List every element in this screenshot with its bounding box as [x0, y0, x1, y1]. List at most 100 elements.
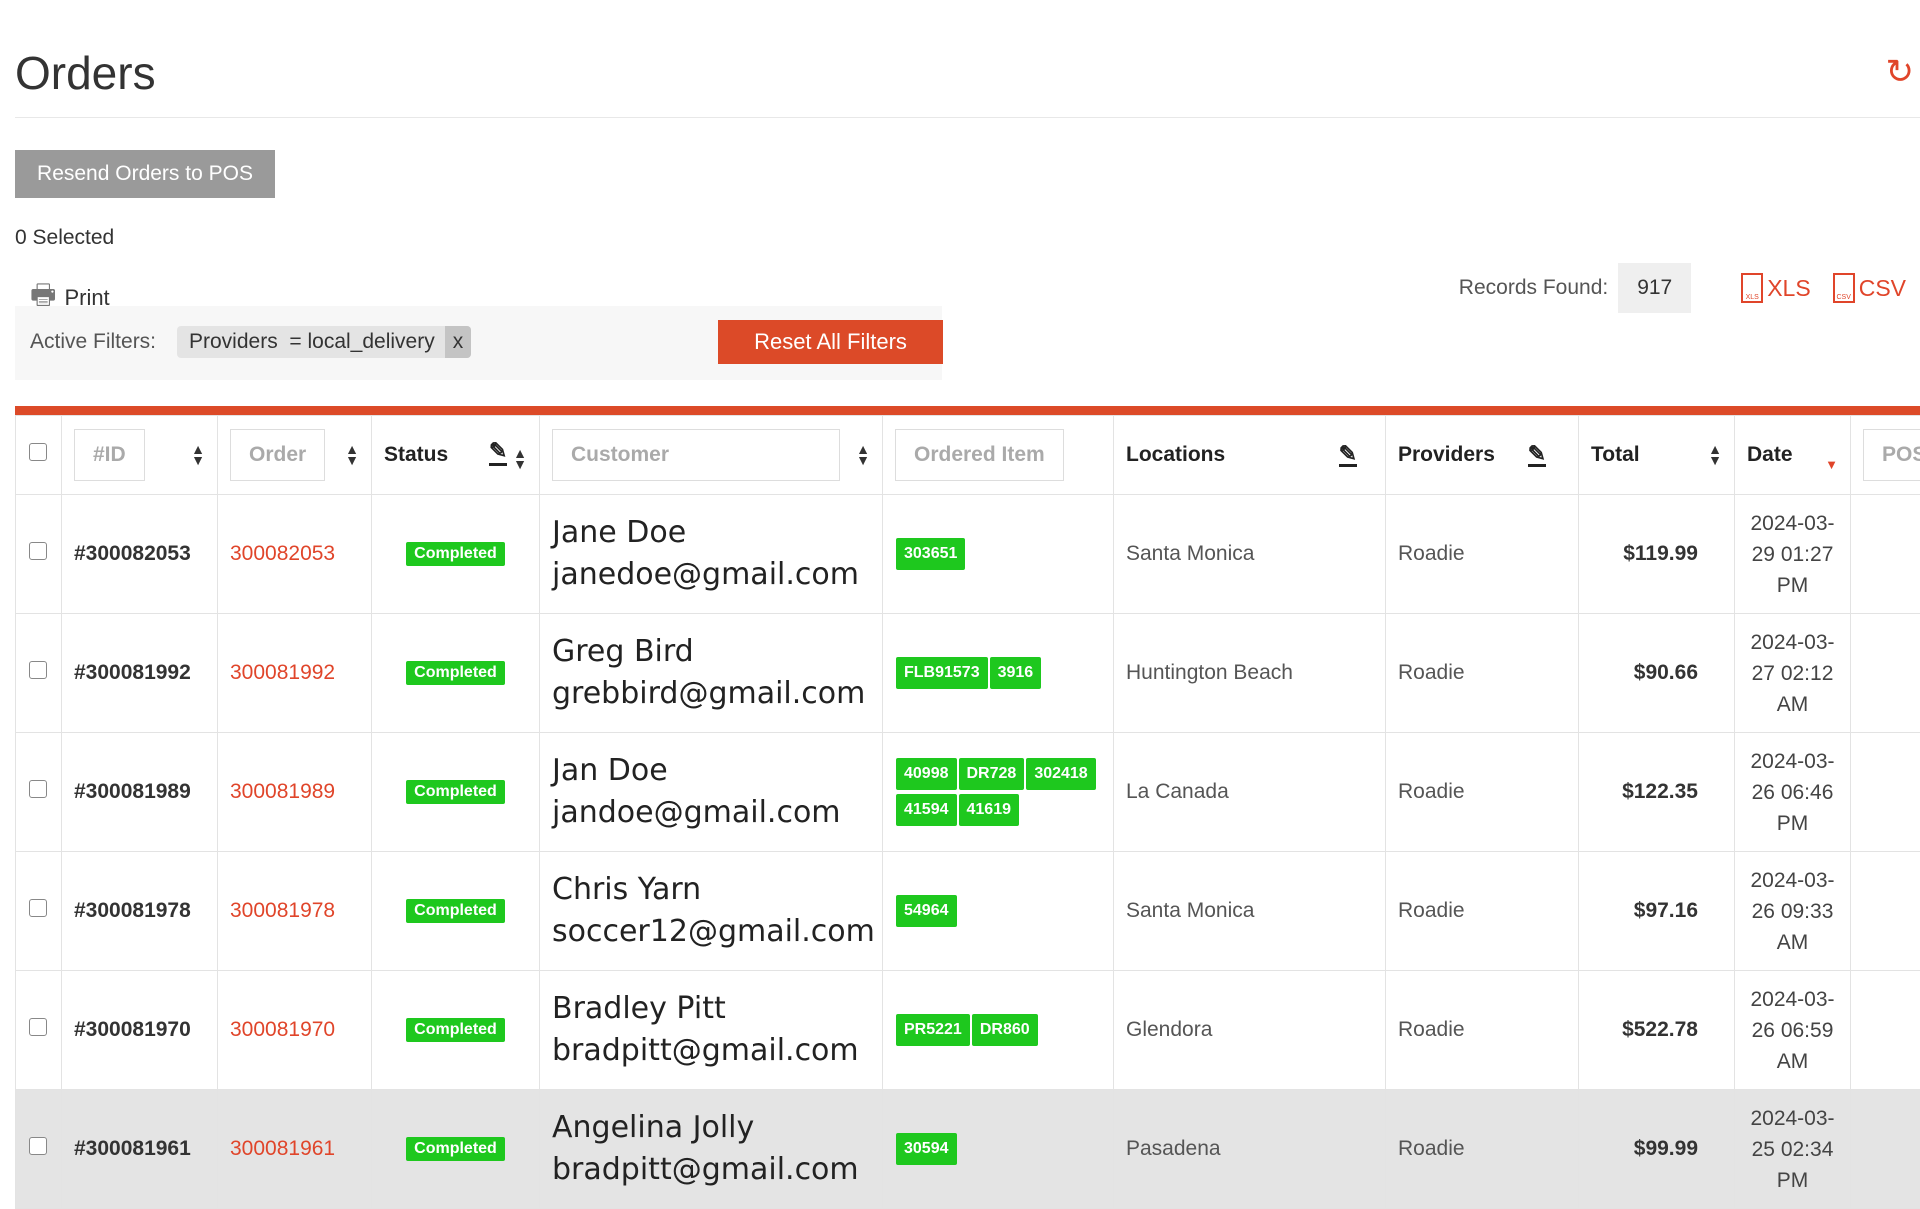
item-badge: 41619	[959, 794, 1020, 826]
order-id: #300082053	[62, 495, 218, 614]
location: Santa Monica	[1114, 495, 1386, 614]
table-top-bar	[15, 406, 1920, 415]
row-checkbox[interactable]	[29, 1137, 47, 1155]
item-badge: 302418	[1026, 758, 1095, 790]
order-total: $99.99	[1579, 1090, 1735, 1209]
customer-name: Chris Yarn	[552, 869, 870, 911]
page-title: Orders	[15, 46, 156, 100]
status-badge: Completed	[406, 1018, 505, 1042]
provider: Roadie	[1386, 1090, 1579, 1209]
header-row: #ID ▲▼ Order ▲▼ Status ✎ ▲▼ Customer ▲▼ Orde…	[16, 416, 1920, 495]
order-link[interactable]: 300082053	[230, 542, 335, 565]
edit-icon[interactable]: ✎	[1528, 444, 1546, 467]
item-badge: PR5221	[896, 1014, 970, 1046]
order-link[interactable]: 300081961	[230, 1137, 335, 1160]
item-badge: 54964	[896, 895, 957, 927]
status-badge: Completed	[406, 899, 505, 923]
status-badge: Completed	[406, 661, 505, 685]
providers-header: Providers	[1398, 443, 1495, 467]
customer-email: grebbird@gmail.com	[552, 673, 870, 715]
order-link[interactable]: 300081992	[230, 661, 335, 684]
records-count: 917	[1618, 263, 1691, 313]
order-total: $90.66	[1579, 614, 1735, 733]
sort-icon[interactable]: ▲▼	[345, 444, 359, 466]
item-badge: DR860	[972, 1014, 1038, 1046]
export-xls-button[interactable]: XLSXLS	[1741, 273, 1810, 303]
export-csv-button[interactable]: CSVCSV	[1833, 273, 1906, 303]
sort-icon[interactable]: ▲▼	[513, 448, 527, 470]
table-row: #300082053300082053CompletedJane Doejane…	[16, 495, 1920, 614]
selected-count: 0 Selected	[15, 226, 114, 250]
order-date: 2024-03-29 01:27 PM	[1735, 495, 1851, 614]
item-badge: 303651	[896, 538, 965, 570]
divider	[15, 117, 1920, 118]
reset-filters-button[interactable]: Reset All Filters	[718, 320, 943, 364]
location: Pasadena	[1114, 1090, 1386, 1209]
edit-icon[interactable]: ✎	[1339, 444, 1357, 467]
item-badge: DR728	[959, 758, 1025, 790]
active-filters-bar: Active Filters: Providers = local_delive…	[15, 306, 942, 380]
location: Glendora	[1114, 971, 1386, 1090]
filter-value: = local_delivery	[289, 330, 434, 354]
sort-icon[interactable]: ▲▼	[1708, 444, 1722, 466]
total-header: Total	[1591, 443, 1640, 467]
item-badge: 41594	[896, 794, 957, 826]
select-all-checkbox[interactable]	[29, 443, 47, 461]
row-checkbox[interactable]	[29, 542, 47, 560]
status-header: Status	[384, 443, 448, 467]
date-header: Date	[1747, 443, 1793, 467]
pos-filter-input[interactable]: POS	[1863, 429, 1920, 481]
provider: Roadie	[1386, 971, 1579, 1090]
provider: Roadie	[1386, 614, 1579, 733]
order-id: #300081992	[62, 614, 218, 733]
status-badge: Completed	[406, 1137, 505, 1161]
order-total: $122.35	[1579, 733, 1735, 852]
row-checkbox[interactable]	[29, 899, 47, 917]
order-id: #300081970	[62, 971, 218, 1090]
row-checkbox[interactable]	[29, 1018, 47, 1036]
order-link[interactable]: 300081970	[230, 1018, 335, 1041]
order-date: 2024-03-26 06:59 AM	[1735, 971, 1851, 1090]
refresh-icon[interactable]: ↻	[1886, 52, 1915, 92]
order-filter-input[interactable]: Order	[230, 429, 325, 481]
customer-name: Bradley Pitt	[552, 988, 870, 1030]
order-date: 2024-03-26 09:33 AM	[1735, 852, 1851, 971]
order-id: #300081961	[62, 1090, 218, 1209]
table-row: #300081961 300081961 Completed Angelina Jol…	[16, 1090, 1920, 1209]
provider: Roadie	[1386, 733, 1579, 852]
order-link[interactable]: 300081989	[230, 780, 335, 803]
customer-name: Angelina Jolly	[552, 1107, 870, 1149]
status-badge: Completed	[406, 780, 505, 804]
xls-label: XLS	[1767, 275, 1810, 302]
item-badge: 40998	[896, 758, 957, 790]
resend-orders-button[interactable]: Resend Orders to POS	[15, 150, 275, 198]
provider: Roadie	[1386, 852, 1579, 971]
provider: Roadie	[1386, 495, 1579, 614]
edit-icon[interactable]: ✎	[489, 438, 507, 466]
remove-filter-button[interactable]: x	[445, 326, 472, 358]
sort-desc-icon[interactable]: ▼	[1825, 457, 1838, 472]
row-checkbox[interactable]	[29, 780, 47, 798]
item-badge: FLB91573	[896, 657, 988, 689]
sort-icon[interactable]: ▲▼	[856, 444, 870, 466]
status-badge: Completed	[406, 542, 505, 566]
row-checkbox[interactable]	[29, 661, 47, 679]
ordered-item-filter-input[interactable]: Ordered Item	[895, 429, 1064, 481]
location: Santa Monica	[1114, 852, 1386, 971]
customer-email: janedoe@gmail.com	[552, 554, 870, 596]
filter-chip: Providers = local_delivery x	[177, 326, 471, 358]
table-row: #300081978300081978CompletedChris Yarnso…	[16, 852, 1920, 971]
csv-file-icon: CSV	[1833, 273, 1855, 303]
csv-label: CSV	[1859, 275, 1906, 302]
customer-name: Jan Doe	[552, 750, 870, 792]
customer-name: Greg Bird	[552, 631, 870, 673]
id-filter-input[interactable]: #ID	[74, 429, 145, 481]
order-link[interactable]: 300081978	[230, 899, 335, 922]
table-row: #300081989 300081989 Completed Jan Doejando…	[16, 733, 1920, 852]
customer-email: jandoe@gmail.com	[552, 792, 870, 834]
order-id: #300081989	[62, 733, 218, 852]
sort-icon[interactable]: ▲▼	[191, 444, 205, 466]
customer-filter-input[interactable]: Customer	[552, 429, 840, 481]
order-date: 2024-03-26 06:46 PM	[1735, 733, 1851, 852]
table-row: #300081992 300081992 Completed Greg Birdgre…	[16, 614, 1920, 733]
